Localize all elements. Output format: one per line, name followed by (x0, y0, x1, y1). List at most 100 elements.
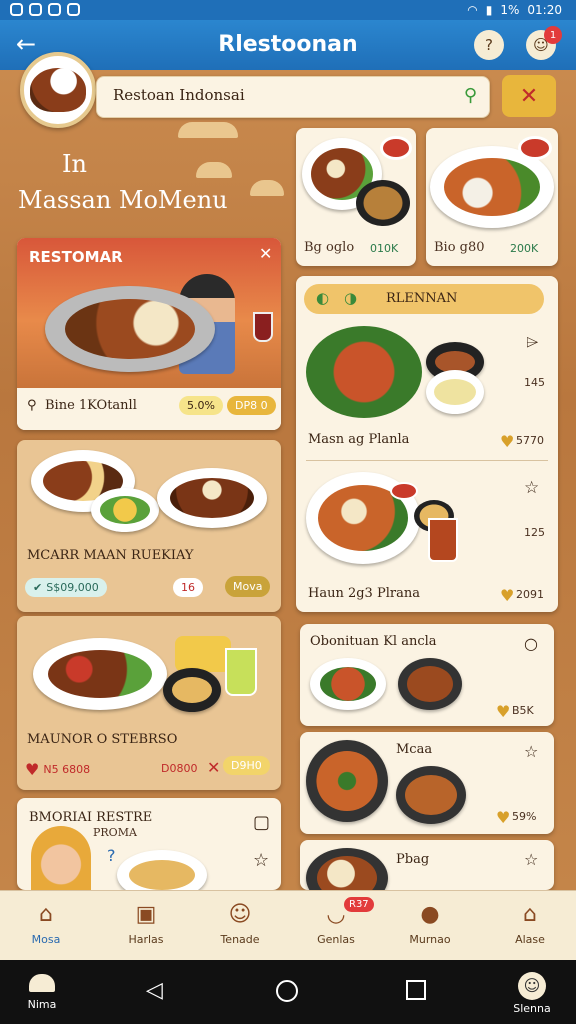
help-icon: ? (485, 36, 493, 54)
menu-card-subtitle: PROMA (93, 826, 137, 839)
menu-card-title: MAUNOR O STEBRSO (27, 732, 178, 747)
featured-card[interactable]: RESTOMAR ✕ ⚲ Bine 1KOtanll 5.0% DP8 0 (17, 238, 281, 430)
status-icons (10, 3, 80, 16)
lamp-decoration (196, 162, 232, 178)
heart-icon[interactable]: ♥ (500, 586, 514, 605)
more-button[interactable]: Mova (225, 576, 271, 597)
dish-label: Bio g80 (434, 240, 485, 255)
divider (306, 460, 548, 461)
circle-icon[interactable]: ○ (524, 634, 538, 653)
status-time: 01:20 (527, 3, 562, 17)
profile-icon: ☺ (228, 901, 252, 927)
app-notification-icon (10, 3, 23, 16)
sys-right-label: Slenna (513, 1002, 551, 1015)
search-input[interactable] (113, 86, 443, 104)
price-text-2: D0800 (161, 762, 198, 775)
food-plate (306, 740, 388, 822)
food-image (30, 68, 86, 112)
food-image (444, 158, 540, 216)
panel-item-label: Haun 2g3 Plrana (308, 586, 420, 601)
heart-icon[interactable]: ♥ (496, 702, 510, 721)
list-card-title: Pbag (396, 852, 430, 867)
menu-card[interactable]: MAUNOR O STEBRSO ♥ N5 6808 D0800 ✕ D9H0 (17, 616, 281, 790)
food-plate (91, 488, 159, 532)
recents-icon[interactable] (406, 980, 426, 1000)
star-icon[interactable]: ☆ (524, 478, 539, 498)
lamp-decoration (178, 122, 238, 138)
food-icon: ● (420, 901, 440, 927)
restaurant-avatar[interactable] (20, 52, 96, 128)
home-circle-icon[interactable] (276, 980, 298, 1002)
star-icon[interactable]: ☆ (524, 742, 538, 761)
nav-item-profile[interactable]: ☺ Tenade (200, 899, 280, 947)
drink-image (253, 312, 273, 342)
leaf-icon: ◑ (344, 289, 358, 307)
price-text: N5 6808 (43, 763, 91, 776)
home-icon: ⌂ (39, 901, 53, 927)
food-plate (426, 370, 484, 414)
dish-card[interactable]: Bg oglo 010K (296, 128, 416, 266)
heart-icon[interactable]: ♥ (496, 808, 510, 827)
food-plate (398, 658, 462, 710)
star-icon[interactable]: ☆ (253, 850, 269, 871)
close-icon[interactable]: ✕ (259, 244, 272, 263)
notification-badge: 1 (544, 26, 562, 44)
sauce-image (518, 136, 552, 160)
list-card-price: 59% (512, 810, 537, 823)
action-button[interactable]: D9H0 (223, 756, 270, 775)
sauce-image (380, 136, 412, 160)
nav-item-food[interactable]: ● Murnao (390, 899, 470, 947)
bookmark-icon[interactable]: ⌲ (526, 332, 538, 352)
search-icon[interactable]: ⚲ (464, 85, 477, 106)
panel-title: RLENNAN (386, 291, 458, 306)
list-card[interactable]: Pbag ☆ (300, 840, 554, 890)
price-row: ♥ N5 6808 (25, 760, 90, 779)
dish-price: 200K (510, 242, 539, 255)
back-icon[interactable]: ◁ (146, 978, 163, 1003)
face-icon: ☺ (518, 972, 546, 1000)
heart-icon[interactable]: ♥ (500, 432, 514, 451)
nav-item-bag[interactable]: ▣ Harlas (106, 899, 186, 947)
menu-card-title: BMORIAI RESTRE (29, 810, 153, 825)
price-badge[interactable]: DP8 0 (227, 396, 276, 415)
bookmark-icon[interactable]: ▢ (253, 812, 270, 833)
quantity-badge[interactable]: 16 (173, 578, 203, 597)
food-image (317, 856, 377, 890)
menu-card-title: MCARR MAAN RUEKIAY (27, 548, 194, 563)
panel-item-price: 5770 (516, 434, 544, 447)
menu-card[interactable]: BMORIAI RESTRE PROMA ? ▢ ☆ (17, 798, 281, 890)
nav-item-house[interactable]: ⌂ Alase (490, 899, 570, 947)
panel-item-label: Masn ag Planla (308, 432, 410, 447)
list-card-title: Mcaa (396, 742, 433, 757)
list-card[interactable]: Mcaa ☆ ♥ 59% (300, 732, 554, 834)
dish-label: Bg oglo (304, 240, 355, 255)
filter-button[interactable]: ✕ (502, 75, 556, 117)
dish-card[interactable]: Bio g80 200K (426, 128, 558, 266)
dish-price: 010K (370, 242, 399, 255)
sauce-image (390, 482, 418, 500)
search-bar[interactable]: ⚲ (96, 76, 490, 118)
food-image (170, 478, 254, 518)
bottom-nav: ⌂ Mosa ▣ Harlas ☺ Tenade ◡ Genlas R37 ● … (0, 890, 576, 960)
menu-card[interactable]: MCARR MAAN RUEKIAY ✔ S$09,000 16 Mova (17, 440, 281, 612)
list-card[interactable]: Obonituan Kl ancla ○ ♥ B5K (300, 624, 554, 726)
food-plate (157, 468, 267, 528)
check-icon: ✔ (33, 581, 43, 594)
assistant-shortcut[interactable]: ☺ Slenna (510, 972, 554, 1015)
mascot-image (31, 826, 91, 890)
food-image[interactable] (306, 326, 422, 418)
food-image (434, 379, 476, 405)
star-icon[interactable]: ☆ (524, 850, 538, 869)
bag-icon: ▣ (135, 901, 157, 927)
featured-list-panel: ◐ ◑ RLENNAN ⌲ 145 Masn ag Planla ♥ 5770 … (296, 276, 558, 612)
lamp-decoration (250, 180, 284, 196)
heart-icon[interactable]: ♥ (25, 760, 39, 779)
food-image (405, 775, 457, 815)
food-image (356, 180, 410, 226)
close-icon[interactable]: ✕ (207, 758, 220, 777)
house-icon: ⌂ (523, 901, 537, 927)
price-badge: ✔ S$09,000 (25, 578, 107, 597)
menu-shortcut[interactable]: Nima (26, 974, 58, 1011)
nav-item-home[interactable]: ⌂ Mosa (6, 899, 86, 947)
help-button[interactable]: ? (474, 30, 504, 60)
